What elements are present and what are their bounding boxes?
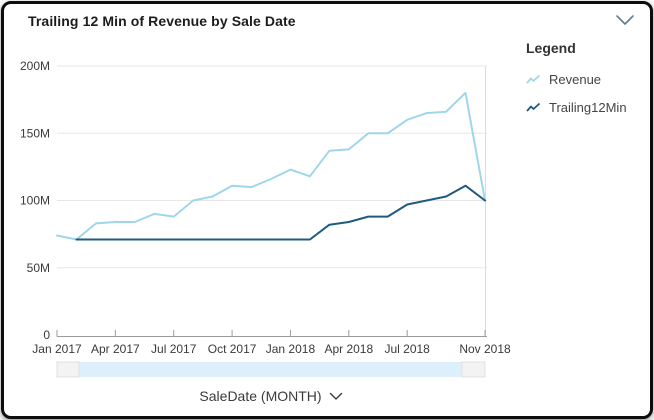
- trailing12min-line-icon: [526, 102, 541, 113]
- x-axis-tick-label: Apr 2018: [324, 342, 373, 356]
- y-axis-tick-label: 150M: [20, 126, 50, 140]
- saledate-month-dropdown[interactable]: SaleDate (MONTH): [57, 385, 485, 407]
- legend-item-label: Revenue: [549, 72, 601, 87]
- window-frame: Trailing 12 Min of Revenue by Sale Date …: [1, 1, 653, 419]
- saledate-month-label: SaleDate (MONTH): [199, 388, 321, 404]
- y-axis-tick-label: 100M: [20, 194, 50, 208]
- series-line-revenue[interactable]: [57, 93, 485, 240]
- chevron-down-icon: [329, 392, 343, 401]
- series-line-trailing12min[interactable]: [77, 186, 486, 240]
- x-axis-tick-label: Jan 2018: [266, 342, 316, 356]
- legend-item-label: Trailing12Min: [549, 100, 627, 115]
- legend-panel: Legend Revenue Trailing12Min: [526, 40, 646, 128]
- x-axis-tick-label: Oct 2017: [208, 342, 257, 356]
- x-axis-tick-label: Jul 2017: [151, 342, 197, 356]
- x-axis-tick-label: Apr 2017: [91, 342, 140, 356]
- x-axis-tick-label: Jan 2017: [32, 342, 82, 356]
- y-axis-tick-label: 200M: [20, 59, 50, 73]
- legend-item-trailing12min[interactable]: Trailing12Min: [526, 100, 646, 115]
- slider-left-handle[interactable]: [57, 362, 79, 377]
- y-axis-tick-label: 50M: [27, 261, 50, 275]
- legend-title: Legend: [526, 40, 646, 56]
- slider-right-handle[interactable]: [462, 362, 485, 377]
- revenue-line-icon: [526, 74, 541, 85]
- legend-item-revenue[interactable]: Revenue: [526, 72, 646, 87]
- x-axis-tick-label: Nov 2018: [459, 342, 511, 356]
- y-axis-tick-label: 0: [43, 328, 50, 342]
- x-axis-tick-label: Jul 2018: [384, 342, 430, 356]
- slider-track[interactable]: [79, 362, 462, 377]
- chart-card: Trailing 12 Min of Revenue by Sale Date …: [0, 0, 654, 420]
